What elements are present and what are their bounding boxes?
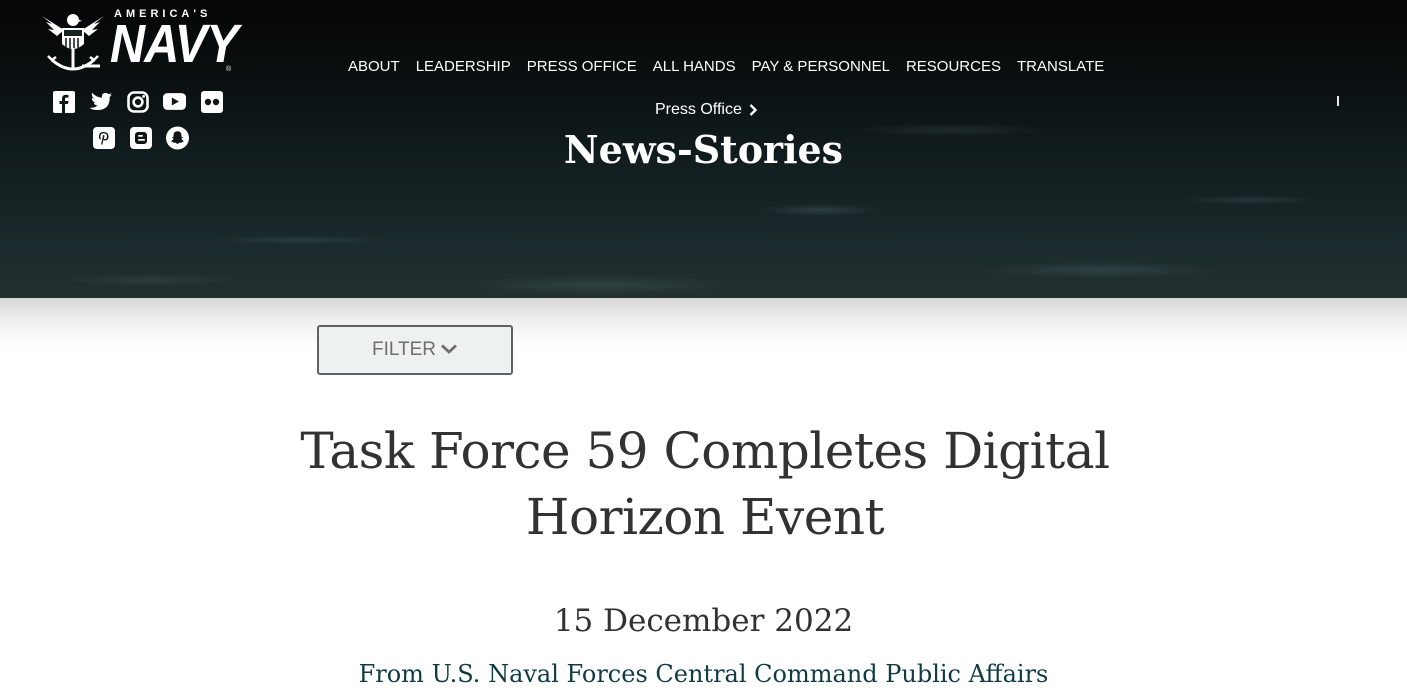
instagram-icon[interactable] bbox=[126, 90, 149, 113]
chevron-down-icon bbox=[440, 339, 458, 361]
nav-item-resources[interactable]: RESOURCES bbox=[906, 58, 1001, 76]
nav-item-translate[interactable]: TRANSLATE bbox=[1017, 58, 1104, 76]
nav-item-leadership[interactable]: LEADERSHIP bbox=[416, 58, 511, 76]
nav-item-all-hands[interactable]: ALL HANDS bbox=[653, 58, 736, 76]
main-nav: ABOUT LEADERSHIP PRESS OFFICE ALL HANDS … bbox=[348, 58, 1104, 76]
navy-logo[interactable]: AMERICA'S NAVY ® bbox=[38, 8, 239, 74]
article-headline[interactable]: Task Force 59 Completes Digital Horizon … bbox=[280, 418, 1130, 550]
nav-item-about[interactable]: ABOUT bbox=[348, 58, 400, 76]
nav-item-press-office[interactable]: PRESS OFFICE bbox=[527, 58, 637, 76]
flickr-icon[interactable] bbox=[200, 90, 223, 113]
breadcrumb: Press Office bbox=[655, 101, 758, 119]
logo-registered-mark: ® bbox=[226, 66, 232, 73]
eagle-anchor-emblem-icon bbox=[42, 14, 104, 71]
article-date: 15 December 2022 bbox=[553, 603, 854, 639]
twitter-icon[interactable] bbox=[89, 90, 112, 113]
hero-shadow bbox=[0, 298, 1407, 348]
facebook-icon[interactable] bbox=[52, 90, 75, 113]
chevron-right-icon bbox=[748, 103, 758, 117]
page-title: News-Stories bbox=[563, 127, 844, 172]
filter-button[interactable]: FILTER bbox=[317, 325, 513, 375]
nav-item-pay-personnel[interactable]: PAY & PERSONNEL bbox=[752, 58, 890, 76]
youtube-icon[interactable] bbox=[163, 90, 186, 113]
logo-wordmark: NAVY bbox=[110, 14, 239, 74]
breadcrumb-press-office[interactable]: Press Office bbox=[655, 101, 742, 119]
hero-marker bbox=[1337, 96, 1339, 106]
article-source: From U.S. Naval Forces Central Command P… bbox=[358, 660, 1049, 688]
filter-label: FILTER bbox=[371, 339, 437, 360]
